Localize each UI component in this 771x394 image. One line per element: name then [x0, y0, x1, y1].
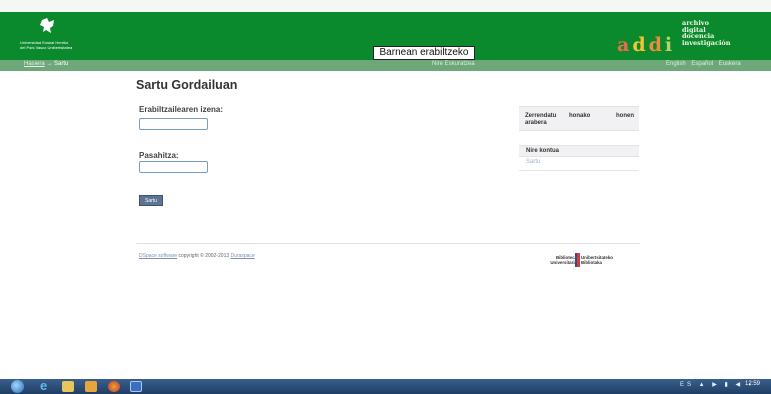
university-logo[interactable]: Universidad Euskal Herriko del País Vasc…	[20, 18, 86, 58]
my-account-heading-text: Nire kontua	[526, 148, 560, 154]
addi-letter-i: i	[664, 34, 676, 56]
page-title: Sartu Gordailuan	[136, 78, 238, 92]
library-name-es: Biblioteca Universitaria	[550, 255, 577, 265]
university-name: Universidad Euskal Herriko del País Vasc…	[20, 40, 72, 50]
addi-letter-a: a	[617, 34, 633, 56]
browse-by-heading: Zerrendatu honako honen arabera	[519, 106, 639, 131]
login-submit-button[interactable]: Sartu	[139, 195, 163, 206]
firefox-icon[interactable]	[108, 381, 120, 392]
app-window-icon[interactable]	[130, 381, 142, 392]
footer-divider	[136, 243, 640, 244]
password-label: Pasahitza:	[139, 151, 179, 160]
system-tray[interactable]: ES ▲ ▶ ▮ ◀ ◖	[680, 381, 754, 388]
browse-word-3: honen	[616, 113, 634, 119]
library-logo[interactable]: Biblioteca Universitaria Unibertsitateko…	[539, 253, 639, 267]
addi-desc-line: investigación	[682, 38, 731, 47]
start-button-icon[interactable]	[11, 380, 24, 393]
my-account-heading: Nire kontua	[519, 145, 639, 157]
internal-use-banner: Barnean erabiltzeko	[373, 46, 475, 60]
internet-explorer-icon[interactable]: e	[40, 379, 52, 392]
addi-logo[interactable]: addi	[617, 34, 675, 56]
duraspace-link[interactable]: Duraspace	[231, 253, 255, 259]
breadcrumb: Hasiera → Sartu	[24, 61, 68, 67]
university-name-line-2: del País Vasco Unibertsitatea	[20, 45, 73, 50]
breadcrumb-home-link[interactable]: Hasiera	[24, 61, 45, 67]
my-dspace-link[interactable]: Nire Eskuratzea	[432, 61, 475, 67]
addi-letter-d2: d	[648, 34, 665, 56]
language-english[interactable]: English	[666, 61, 686, 67]
file-explorer-icon[interactable]	[62, 381, 74, 392]
username-input[interactable]	[139, 118, 208, 130]
library-name-es-line: Universitaria	[550, 260, 577, 265]
browse-word-2: honako	[569, 113, 591, 119]
divider	[519, 170, 639, 171]
browse-word-1: Zerrendatu	[525, 113, 557, 119]
breadcrumb-bar	[0, 60, 771, 71]
breadcrumb-separator: →	[46, 61, 53, 67]
username-label: Erabiltzailearen izena:	[139, 105, 224, 114]
account-login-link[interactable]: Sartu	[526, 159, 540, 165]
university-emblem-icon	[40, 18, 54, 33]
copyright-text: copyright © 2002-2013	[177, 253, 231, 259]
footer-copyright: DSpace software copyright © 2002-2013 Du…	[139, 253, 255, 259]
library-name-eu-line: Bibliotaka	[581, 260, 602, 265]
breadcrumb-current: Sartu	[54, 61, 69, 67]
language-selector: English Español Euskera	[662, 61, 741, 67]
browse-word-4: arabera	[525, 120, 547, 126]
browser-top-strip	[0, 0, 771, 12]
addi-description: archivo digital docencia investigación	[682, 20, 730, 46]
dspace-software-link[interactable]: DSpace software	[139, 253, 177, 259]
library-name-eu: Unibertsitateko Bibliotaka	[581, 255, 613, 265]
taskbar-clock[interactable]: 12:59	[745, 381, 760, 387]
language-spanish[interactable]: Español	[691, 61, 713, 67]
language-basque[interactable]: Euskera	[719, 61, 741, 67]
media-player-icon[interactable]	[85, 381, 97, 392]
addi-letter-d1: d	[632, 34, 649, 56]
library-emblem-icon	[575, 253, 580, 267]
password-input[interactable]	[139, 161, 208, 173]
